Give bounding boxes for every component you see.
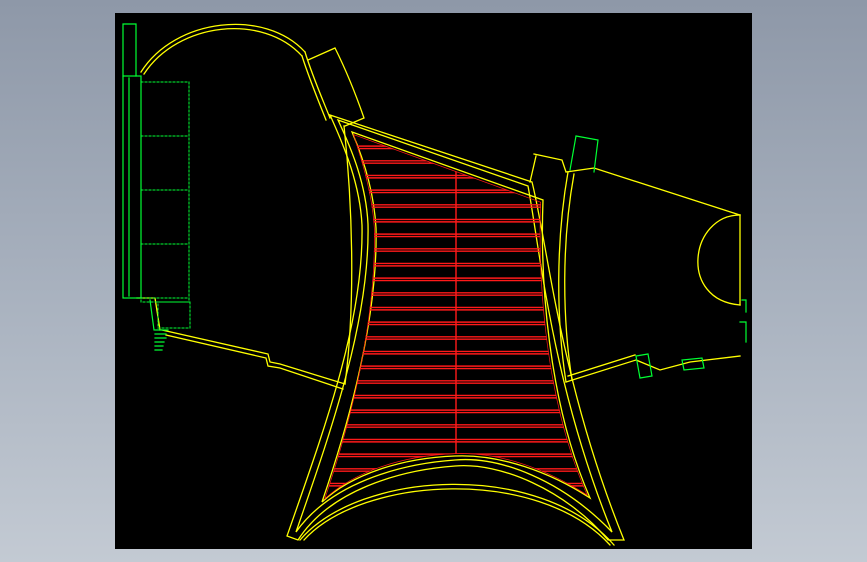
right-curved-wall bbox=[558, 171, 569, 383]
dome-arc-inner bbox=[143, 28, 303, 75]
right-ramp-lower-inner bbox=[567, 354, 636, 377]
upper-right-fixture bbox=[569, 135, 599, 173]
dotted-rack bbox=[140, 81, 191, 329]
wedge-mid-frame bbox=[295, 118, 613, 533]
hatch-layer bbox=[324, 134, 588, 500]
dome-side-wall-inner bbox=[301, 55, 327, 121]
left-entry-strip bbox=[136, 297, 161, 331]
left-column-frame bbox=[122, 75, 142, 299]
chimney-block bbox=[307, 47, 365, 127]
left-column-top bbox=[122, 23, 137, 77]
lower-right-fixture-b bbox=[681, 357, 705, 371]
lower-right-fixture-a bbox=[635, 353, 653, 379]
lower-left-wall bbox=[161, 329, 346, 385]
right-end-marks bbox=[739, 299, 747, 343]
right-ramp-upper bbox=[533, 153, 741, 216]
right-curved-wall-inner bbox=[564, 173, 575, 381]
right-end-arc bbox=[697, 214, 741, 306]
bottom-arc-b bbox=[303, 488, 611, 546]
right-ramp-upper-inner bbox=[529, 155, 537, 183]
cad-viewport[interactable] bbox=[115, 13, 752, 549]
hatch-rows bbox=[324, 145, 588, 487]
dome-side-wall bbox=[304, 51, 331, 119]
floor-plan-drawing bbox=[122, 23, 747, 546]
lower-left-wall-inner bbox=[165, 334, 344, 390]
wall-layer bbox=[136, 23, 741, 546]
dome-arc-outer bbox=[140, 23, 306, 73]
